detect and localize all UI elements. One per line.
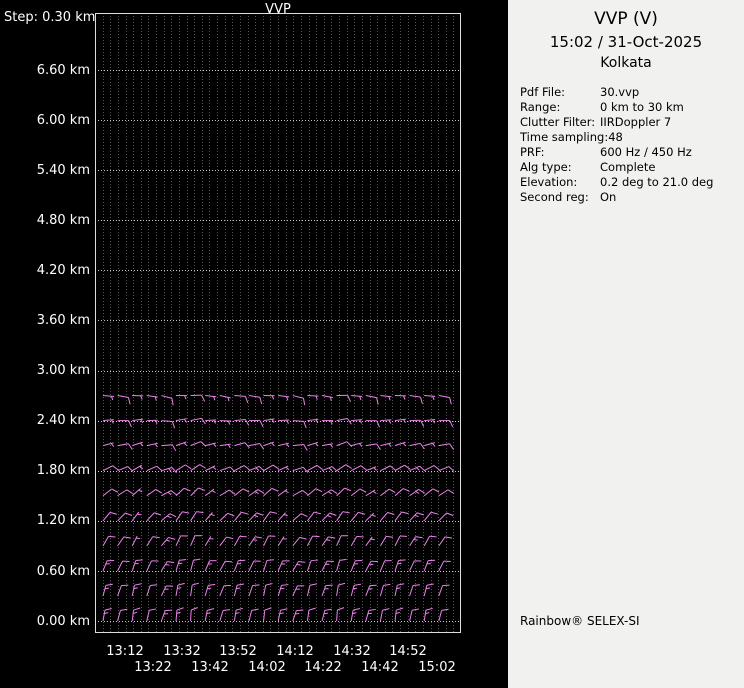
param-value: 30.vvp [600, 85, 640, 99]
param-value: 600 Hz / 450 Hz [600, 145, 692, 159]
info-panel: VVP (V) 15:02 / 31-Oct-2025 Kolkata Pdf … [508, 0, 744, 688]
x-axis-label: 13:22 [134, 660, 172, 675]
param-row: Second reg: On [520, 190, 744, 205]
y-axis-label: 4.80 km [36, 213, 90, 228]
y-axis-label: 5.40 km [36, 163, 90, 178]
y-axis-label: 2.40 km [36, 413, 90, 428]
x-axis-label: 15:02 [418, 660, 456, 675]
param-label: Pdf File: [520, 85, 566, 99]
param-label: Range: [520, 100, 561, 114]
x-axis-label: 14:02 [248, 660, 286, 675]
x-axis-label: 14:52 [389, 644, 427, 659]
param-value: 0.2 deg to 21.0 deg [600, 175, 714, 189]
y-axis-label: 6.60 km [36, 63, 90, 78]
x-axis-label: 13:32 [163, 644, 201, 659]
param-label: Elevation: [520, 175, 578, 189]
param-row: Clutter Filter: IIRDoppler 7 [520, 115, 744, 130]
y-axis-label: 1.20 km [36, 513, 90, 528]
x-axis-label: 14:12 [276, 644, 314, 659]
param-label: Second reg: [520, 190, 589, 204]
step-label: Step: 0.30 km [4, 10, 96, 25]
param-row: Range: 0 km to 30 km [520, 100, 744, 115]
y-axis-label: 0.00 km [36, 614, 90, 629]
y-axis-label: 3.00 km [36, 363, 90, 378]
x-axis-label: 14:22 [304, 660, 342, 675]
x-axis-label: 13:42 [191, 660, 229, 675]
param-row: PRF: 600 Hz / 450 Hz [520, 145, 744, 160]
y-axis-label: 0.60 km [36, 564, 90, 579]
param-row: Elevation: 0.2 deg to 21.0 deg [520, 175, 744, 190]
param-value: On [600, 190, 617, 204]
param-row: Alg type: Complete [520, 160, 744, 175]
x-axis-label: 14:32 [333, 644, 371, 659]
wind-barb-chart [95, 13, 462, 633]
param-label: Time sampling: [520, 130, 609, 144]
y-axis-label: 3.60 km [36, 313, 90, 328]
x-axis-label: 13:52 [219, 644, 257, 659]
x-axis-label: 14:42 [361, 660, 399, 675]
brand-label: Rainbow® SELEX-SI [520, 614, 640, 628]
param-value: IIRDoppler 7 [600, 115, 672, 129]
x-axis-label: 13:12 [106, 644, 144, 659]
param-value: 0 km to 30 km [600, 100, 684, 114]
param-row: Pdf File: 30.vvp [520, 85, 744, 100]
info-site: Kolkata [600, 55, 652, 71]
parameter-list: Pdf File: 30.vvp Range: 0 km to 30 km Clut… [508, 85, 744, 205]
y-axis-label: 1.80 km [36, 463, 90, 478]
info-title: VVP (V) [594, 9, 658, 29]
param-value: Complete [600, 160, 656, 174]
param-row: Time sampling:48 [520, 130, 744, 145]
y-axis-label: 6.00 km [36, 113, 90, 128]
y-axis-label: 4.20 km [36, 263, 90, 278]
info-datetime: 15:02 / 31-Oct-2025 [549, 33, 703, 51]
param-value: 48 [608, 130, 623, 144]
param-label: Alg type: [520, 160, 572, 174]
param-label: Clutter Filter: [520, 115, 596, 129]
param-label: PRF: [520, 145, 545, 159]
